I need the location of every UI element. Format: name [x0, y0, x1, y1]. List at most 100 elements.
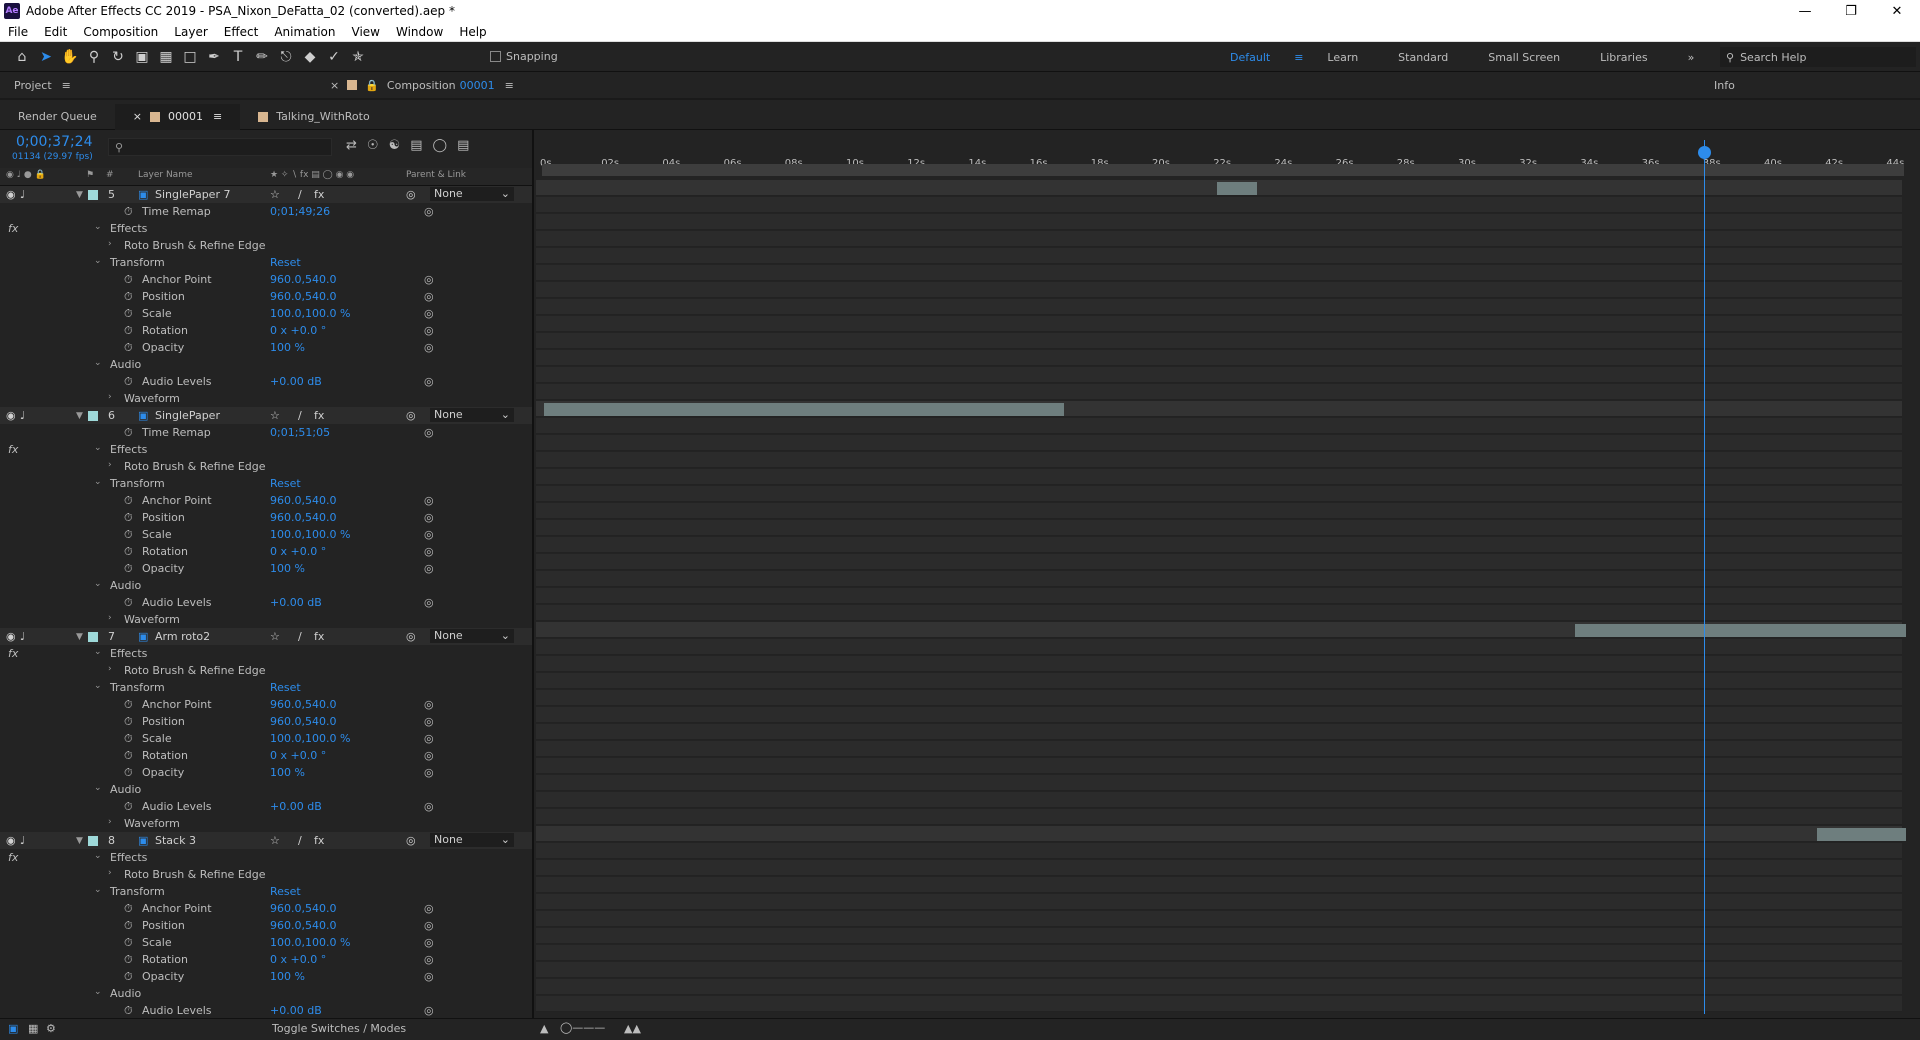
rectangle-tool-icon[interactable]: □ [178, 45, 202, 69]
property-value[interactable]: 960.0,540.0 [270, 290, 336, 303]
property-row[interactable]: › Roto Brush & Refine Edge [0, 662, 532, 679]
stopwatch-icon[interactable]: ⏱ [124, 426, 133, 440]
property-value[interactable]: 100.0,100.0 % [270, 528, 350, 541]
lock-icon[interactable]: 🔒 [365, 79, 379, 92]
property-track[interactable] [536, 503, 1902, 519]
layer-duration-bar[interactable] [1575, 624, 1906, 637]
expression-pick-whip-icon[interactable]: ◎ [424, 970, 434, 983]
puppet-tool-icon[interactable]: ✯ [346, 45, 370, 69]
work-area-bar[interactable] [542, 164, 1904, 176]
parent-link-header[interactable]: Parent & Link [406, 170, 466, 180]
camera-tool-icon[interactable]: ▣ [130, 45, 154, 69]
comp-mini-flowchart-icon[interactable]: ⇄ [346, 138, 357, 153]
collapse-switch-icon[interactable]: ☆ [270, 188, 280, 201]
property-row[interactable]: ⏱ Anchor Point ◎ 960.0,540.0 [0, 492, 532, 509]
layer-name[interactable]: SinglePaper 7 [155, 188, 230, 201]
property-row[interactable]: ⌄ Effects fx [0, 645, 532, 662]
pick-whip-icon[interactable]: ◎ [406, 630, 416, 643]
effect-switch-icon[interactable]: fx [314, 188, 324, 201]
menu-view[interactable]: View [344, 25, 388, 39]
property-value[interactable]: 960.0,540.0 [270, 902, 336, 915]
property-row[interactable]: ⌄ Transform Reset [0, 679, 532, 696]
property-track[interactable] [536, 809, 1902, 825]
property-track[interactable] [536, 231, 1902, 247]
expand-twirl-icon[interactable]: › [108, 392, 112, 402]
expand-twirl-icon[interactable]: › [108, 613, 112, 623]
zoom-tool-icon[interactable]: ⚲ [82, 45, 106, 69]
effect-switch-icon[interactable]: fx [314, 630, 324, 643]
toggle-switches-modes-button[interactable]: Toggle Switches / Modes [272, 1022, 406, 1035]
property-row[interactable]: ⏱ Opacity ◎ 100 % [0, 560, 532, 577]
expand-twirl-icon[interactable]: › [108, 664, 112, 674]
visibility-eye-icon[interactable]: ◉ [6, 834, 16, 847]
menu-animation[interactable]: Animation [266, 25, 343, 39]
property-track[interactable] [536, 588, 1902, 604]
property-track[interactable] [536, 537, 1902, 553]
property-row[interactable]: ⏱ Anchor Point ◎ 960.0,540.0 [0, 271, 532, 288]
expand-twirl-icon[interactable]: ⌄ [94, 647, 102, 657]
property-track[interactable] [536, 707, 1902, 723]
layer-name[interactable]: Stack 3 [155, 834, 196, 847]
layer-name-header[interactable]: Layer Name [138, 170, 193, 180]
property-track[interactable] [536, 843, 1902, 859]
property-track[interactable] [536, 435, 1902, 451]
property-track[interactable] [536, 554, 1902, 570]
menu-effect[interactable]: Effect [216, 25, 267, 39]
expression-pick-whip-icon[interactable]: ◎ [424, 562, 434, 575]
property-track[interactable] [536, 350, 1902, 366]
property-track[interactable] [536, 452, 1902, 468]
collapse-switch-icon[interactable]: ☆ [270, 409, 280, 422]
hand-tool-icon[interactable]: ✋ [58, 45, 82, 69]
property-track[interactable] [536, 758, 1902, 774]
property-track[interactable] [536, 690, 1902, 706]
visibility-eye-icon[interactable]: ◉ [6, 409, 16, 422]
property-row[interactable]: ⏱ Scale ◎ 100.0,100.0 % [0, 934, 532, 951]
expand-layer-icon[interactable]: ▼ [76, 411, 83, 421]
search-help-field[interactable]: ⚲ Search Help [1720, 47, 1916, 67]
expression-pick-whip-icon[interactable]: ◎ [424, 715, 434, 728]
property-track[interactable] [536, 486, 1902, 502]
stopwatch-icon[interactable]: ⏱ [124, 494, 133, 508]
label-color-swatch[interactable] [88, 836, 98, 846]
property-value[interactable]: 100 % [270, 970, 305, 983]
property-value[interactable]: +0.00 dB [270, 800, 322, 813]
hide-shy-layers-icon[interactable]: ☯ [389, 138, 401, 153]
property-track[interactable] [536, 928, 1902, 944]
property-value[interactable]: 100 % [270, 766, 305, 779]
panel-menu-icon[interactable]: ≡ [505, 79, 514, 92]
close-icon[interactable]: × [330, 79, 339, 92]
current-time-indicator[interactable] [1703, 140, 1705, 1014]
draft-3d-icon[interactable]: ☉ [367, 138, 379, 153]
property-value[interactable]: +0.00 dB [270, 596, 322, 609]
expand-layer-icon[interactable]: ▼ [76, 190, 83, 200]
rotate-tool-icon[interactable]: ↻ [106, 45, 130, 69]
expression-pick-whip-icon[interactable]: ◎ [424, 1004, 434, 1017]
property-row[interactable]: ⏱ Rotation ◎ 0 x +0.0 ° [0, 747, 532, 764]
graph-editor-icon[interactable]: ▤ [457, 138, 469, 153]
expression-pick-whip-icon[interactable]: ◎ [424, 698, 434, 711]
property-row[interactable]: ⏱ Audio Levels ◎ +0.00 dB [0, 594, 532, 611]
pick-whip-icon[interactable]: ◎ [406, 409, 416, 422]
property-track[interactable] [536, 469, 1902, 485]
type-tool-icon[interactable]: T [226, 45, 250, 69]
stopwatch-icon[interactable]: ⏱ [124, 307, 133, 321]
layer-name[interactable]: SinglePaper [155, 409, 220, 422]
render-time-icon[interactable]: ▣ [8, 1022, 18, 1035]
quality-switch-icon[interactable]: ∕ [298, 630, 302, 643]
property-row[interactable]: ⌄ Transform Reset [0, 254, 532, 271]
property-track[interactable] [536, 656, 1902, 672]
pan-behind-tool-icon[interactable]: ▦ [154, 45, 178, 69]
brush-tool-icon[interactable]: ✏ [250, 45, 274, 69]
expression-pick-whip-icon[interactable]: ◎ [424, 919, 434, 932]
expand-twirl-icon[interactable]: › [108, 868, 112, 878]
zoom-in-icon[interactable]: ▲▲ [624, 1022, 641, 1035]
stopwatch-icon[interactable]: ⏱ [124, 766, 133, 780]
property-row[interactable]: ⌄ Audio [0, 985, 532, 1002]
stopwatch-icon[interactable]: ⏱ [124, 511, 133, 525]
property-row[interactable]: ⌄ Audio [0, 781, 532, 798]
layer-duration-bar[interactable] [1217, 182, 1257, 195]
property-value[interactable]: 100.0,100.0 % [270, 307, 350, 320]
minimize-icon[interactable]: — [1782, 0, 1828, 22]
property-track[interactable] [536, 911, 1902, 927]
visibility-eye-icon[interactable]: ◉ [6, 630, 16, 643]
